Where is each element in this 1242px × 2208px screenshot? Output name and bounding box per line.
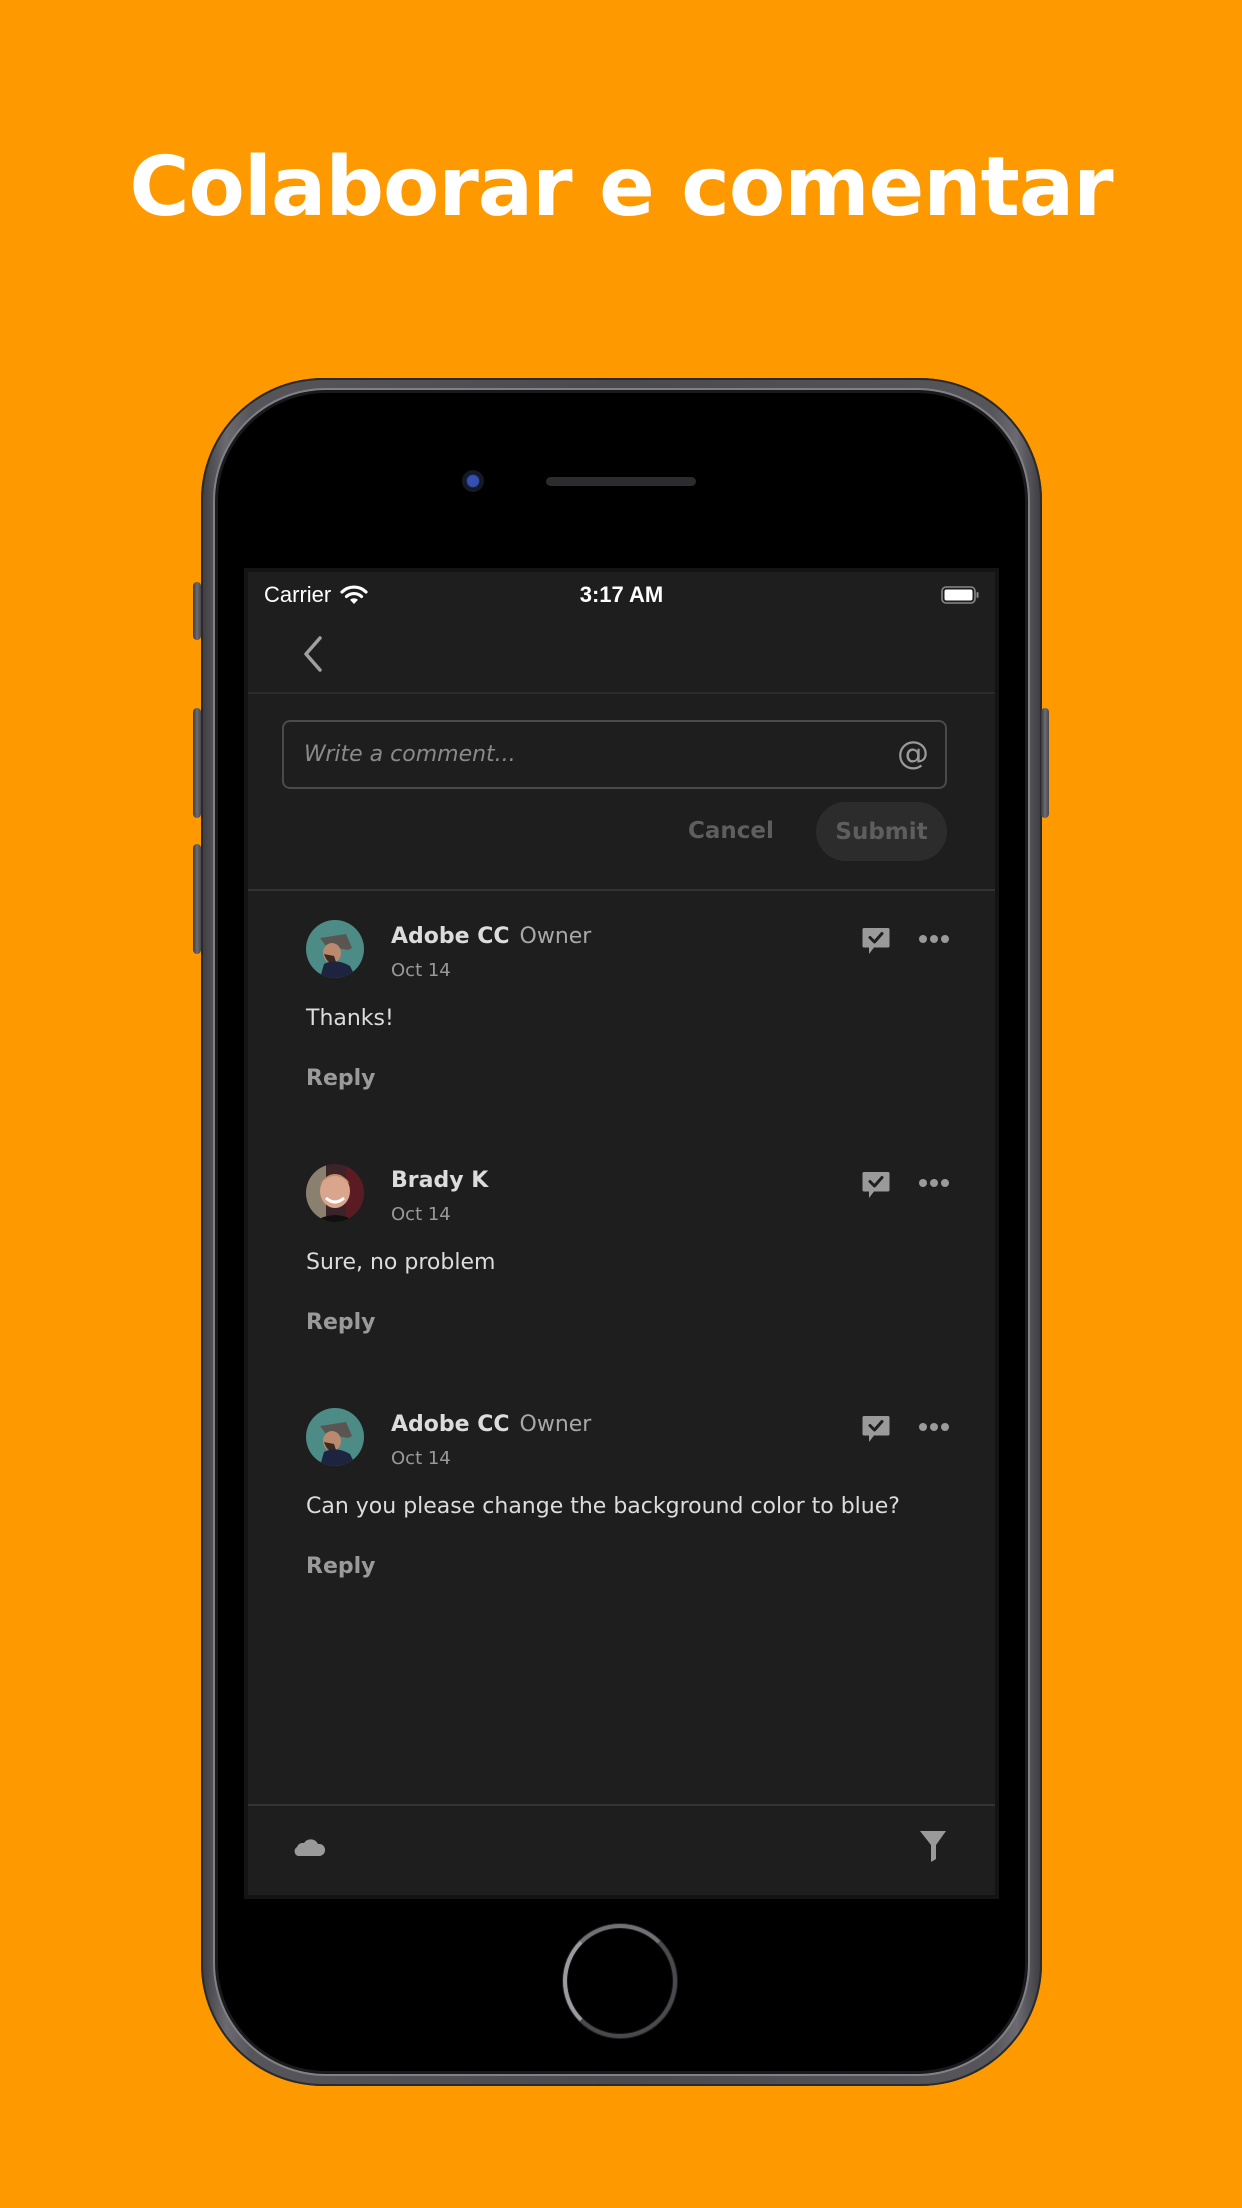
author-role: Owner: [519, 924, 592, 949]
front-camera: [462, 470, 484, 492]
submit-button[interactable]: Submit: [816, 802, 947, 861]
submit-button-label: Submit: [835, 818, 928, 845]
volume-up-button: [193, 708, 201, 818]
volume-down-button: [193, 844, 201, 954]
resolve-comment-icon[interactable]: [861, 926, 891, 956]
earpiece-speaker: [546, 477, 696, 486]
toolbar-divider: [248, 1804, 995, 1806]
mention-icon[interactable]: @: [897, 734, 929, 772]
more-options-icon[interactable]: [918, 934, 950, 944]
comment-text: Can you please change the background col…: [306, 1494, 900, 1519]
comment-author: Brady K: [391, 1168, 488, 1193]
resolve-comment-icon[interactable]: [861, 1414, 891, 1444]
comment-author: Adobe CC Owner: [391, 1412, 591, 1437]
comment-text: Sure, no problem: [306, 1250, 496, 1275]
filter-icon[interactable]: [918, 1829, 948, 1863]
reply-button[interactable]: Reply: [306, 1554, 376, 1579]
divider: [248, 889, 995, 891]
avatar-adobe-cc[interactable]: [306, 920, 364, 978]
more-options-icon[interactable]: [918, 1422, 950, 1432]
avatar-brady-k[interactable]: [306, 1164, 364, 1222]
status-bar: Carrier 3:17 AM: [248, 572, 995, 620]
author-name: Adobe CC: [391, 1412, 510, 1437]
reply-button[interactable]: Reply: [306, 1310, 376, 1335]
power-button: [1041, 708, 1049, 818]
app-screen: Carrier 3:17 AM Write a comment... @ Can…: [248, 572, 995, 1895]
author-name: Adobe CC: [391, 924, 510, 949]
reply-button[interactable]: Reply: [306, 1066, 376, 1091]
author-name: Brady K: [391, 1168, 489, 1193]
avatar-adobe-cc[interactable]: [306, 1408, 364, 1466]
comment-item: Brady K Oct 14 Sure, no problem Reply: [248, 1164, 995, 1394]
comment-input-placeholder: Write a comment...: [304, 742, 516, 767]
clock: 3:17 AM: [579, 582, 664, 607]
battery-full-icon: [941, 586, 979, 604]
comment-date: Oct 14: [391, 960, 451, 981]
comment-date: Oct 14: [391, 1448, 451, 1469]
comment-input[interactable]: Write a comment... @: [282, 720, 947, 789]
author-role: Owner: [519, 1412, 592, 1437]
resolve-comment-icon[interactable]: [861, 1170, 891, 1200]
comment-item: Adobe CC Owner Oct 14 Thanks! Reply: [248, 920, 995, 1150]
headline: Colaborar e comentar: [129, 140, 1113, 235]
comment-author: Adobe CC Owner: [391, 924, 591, 949]
home-button[interactable]: [563, 1924, 677, 2038]
more-options-icon[interactable]: [918, 1178, 950, 1188]
comment-date: Oct 14: [391, 1204, 451, 1225]
comment-item: Adobe CC Owner Oct 14 Can you please chan…: [248, 1408, 995, 1638]
cloud-icon[interactable]: [292, 1834, 326, 1858]
navigation-bar: [248, 620, 995, 694]
chevron-left-icon[interactable]: [298, 632, 328, 676]
cancel-button[interactable]: Cancel: [688, 818, 774, 844]
mute-switch: [193, 582, 201, 640]
comment-text: Thanks!: [306, 1006, 394, 1031]
